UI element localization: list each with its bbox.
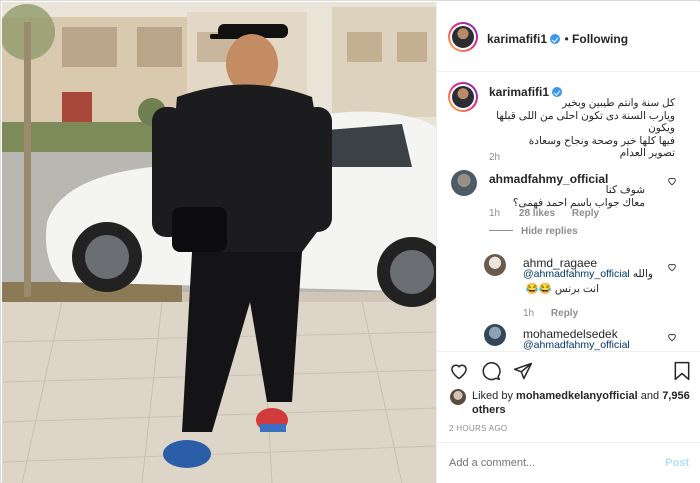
bookmark-icon[interactable] xyxy=(673,361,691,381)
comment-line: انت برنس 😂😂 xyxy=(525,283,599,295)
comment-meta: 1h Reply xyxy=(523,308,578,319)
reply-button[interactable]: Reply xyxy=(572,208,599,219)
commenter-avatar[interactable] xyxy=(484,324,506,346)
comment-like-heart-icon[interactable] xyxy=(667,332,677,342)
liked-by-user-link[interactable]: mohamedkelanyofficial xyxy=(516,390,638,402)
caption-text: كل سنة وانتم طيبين وبخير ويارب السنة دى … xyxy=(489,97,675,160)
comment-text: @ahmadfahmy_official والله xyxy=(523,268,673,281)
divider-line xyxy=(489,230,513,231)
comment-like-heart-icon[interactable] xyxy=(667,176,677,186)
comment-time: 1h xyxy=(489,208,501,219)
verified-badge-icon xyxy=(552,87,563,97)
mention-link[interactable]: @ahmadfahmy_official xyxy=(523,268,630,280)
post-timestamp: 2 HOURS AGO xyxy=(449,424,508,433)
comments-section: karimafifi1 كل سنة وانتم طيبين وبخير ويا… xyxy=(437,73,700,351)
reply-button[interactable]: Reply xyxy=(551,308,578,319)
comment-line: شوف كنا xyxy=(605,184,645,196)
author-avatar-ring[interactable] xyxy=(448,22,478,52)
post-side-panel: karimafifi1 • Following karimafifi1 كل س… xyxy=(436,2,700,483)
liked-by-text: Liked by mohamedkelanyofficial and 7,956… xyxy=(472,389,698,417)
caption-line: كل سنة وانتم طيبين وبخير xyxy=(562,97,675,109)
comment-icon[interactable] xyxy=(481,361,501,381)
following-button[interactable]: Following xyxy=(572,32,628,46)
header-username[interactable]: karimafifi1 xyxy=(487,32,547,46)
post-header: karimafifi1 • Following xyxy=(437,2,700,72)
caption-line: فيها كلها خير وصحة ونجاح وسعادة xyxy=(528,134,675,147)
hide-replies-button[interactable]: Hide replies xyxy=(489,226,578,237)
comment-meta: 1h 28 likes Reply xyxy=(489,208,599,219)
heart-icon[interactable] xyxy=(449,361,469,381)
commenter-avatar[interactable] xyxy=(484,254,506,276)
verified-badge-icon xyxy=(550,34,561,44)
post-comment-button[interactable]: Post xyxy=(665,457,689,469)
liked-by-and: and xyxy=(640,390,660,402)
comment-time: 1h xyxy=(523,308,535,319)
post-photo[interactable] xyxy=(2,2,436,483)
comment-line: والله xyxy=(632,268,653,280)
instagram-post-frame: karimafifi1 • Following karimafifi1 كل س… xyxy=(0,0,700,483)
caption-line: تصوير العدام xyxy=(619,147,675,159)
author-avatar xyxy=(452,26,474,48)
add-comment-input[interactable] xyxy=(449,453,649,473)
comment-likes[interactable]: 28 likes xyxy=(519,208,555,219)
share-icon[interactable] xyxy=(513,361,533,381)
caption-line: ويارب السنة دى تكون احلى من اللى قبلها و… xyxy=(496,109,675,135)
caption-time: 2h xyxy=(489,152,501,163)
liked-by-prefix: Liked by xyxy=(472,390,513,402)
commenter-avatar[interactable] xyxy=(451,170,477,196)
post-photo-illustration xyxy=(2,2,436,483)
comment-text: شوف كنا معاك جواب باسم احمد فهمى؟ xyxy=(489,184,645,209)
mention-link[interactable]: @ahmadfahmy_official xyxy=(523,339,630,351)
add-comment-bar: Post xyxy=(437,442,700,483)
hide-replies-label: Hide replies xyxy=(521,226,578,237)
caption-avatar-ring[interactable] xyxy=(448,82,478,112)
liker-avatar[interactable] xyxy=(449,388,467,406)
comment-like-heart-icon[interactable] xyxy=(667,262,677,272)
comment-text: @ahmadfahmy_official xyxy=(523,339,630,351)
caption-avatar xyxy=(452,86,474,108)
